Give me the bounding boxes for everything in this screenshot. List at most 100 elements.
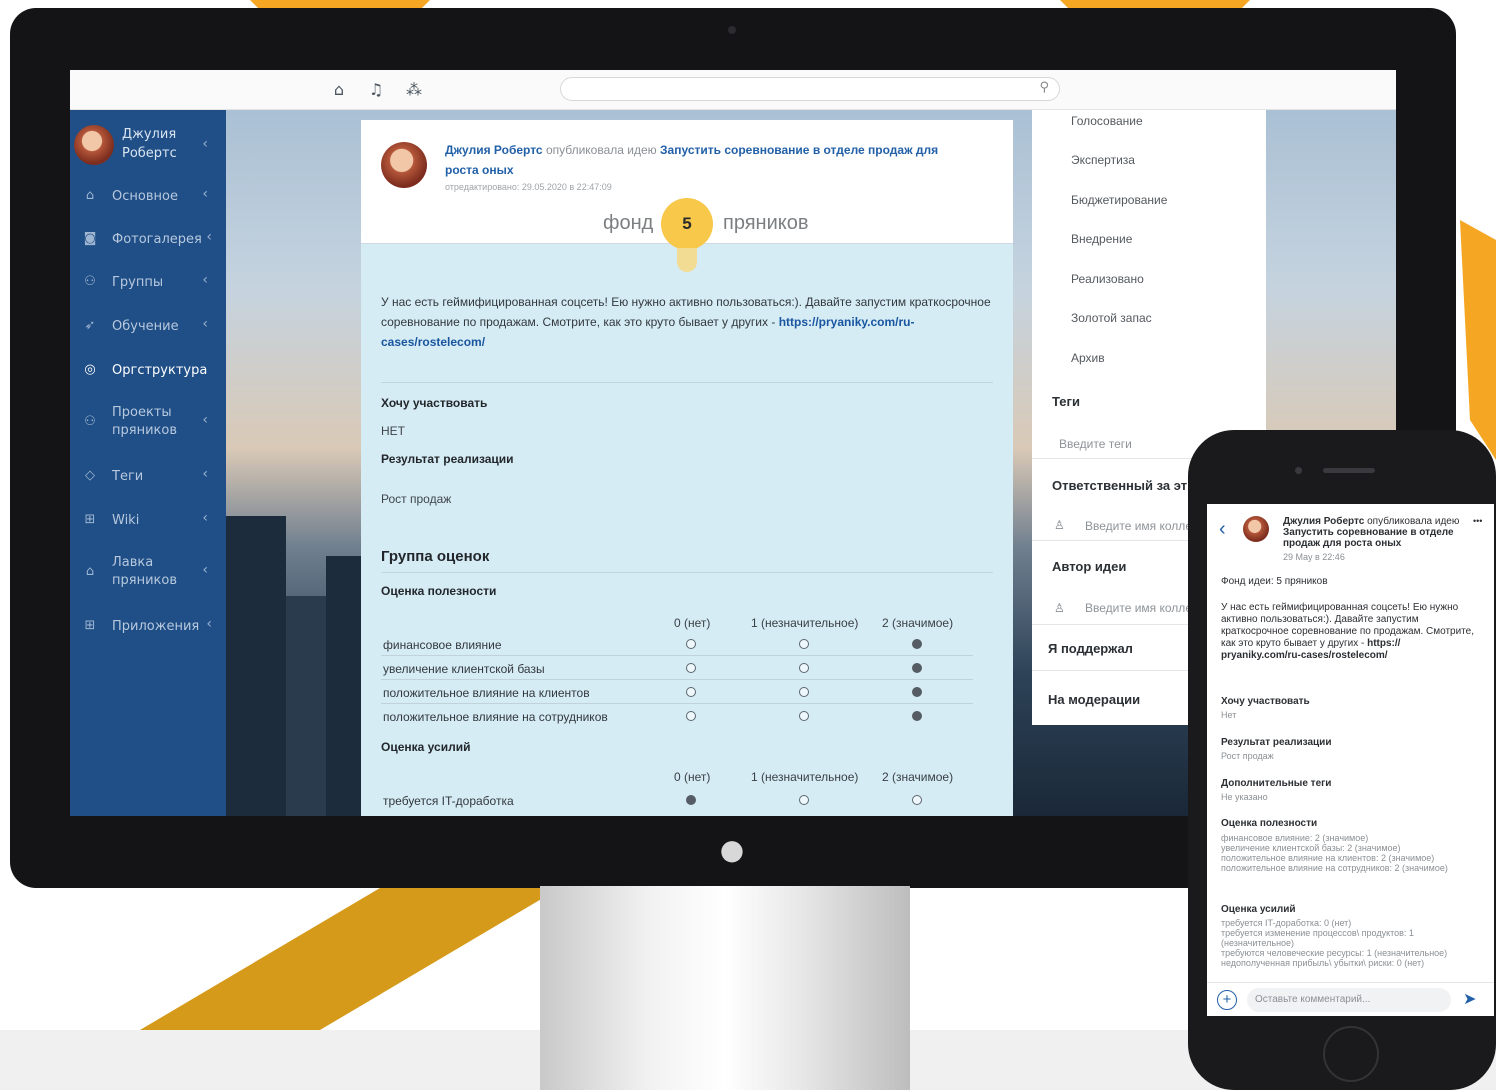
result-label: Результат реализации bbox=[381, 452, 514, 466]
sidebar-item-shop[interactable]: ⌂ Лавка пряников ‹ bbox=[70, 552, 226, 592]
sidebar-item-groups[interactable]: ⚇ Группы ‹ bbox=[70, 262, 226, 302]
send-icon[interactable]: ➤ bbox=[1463, 989, 1476, 1009]
tags-input[interactable]: Введите теги bbox=[1059, 437, 1132, 451]
org-icon: ◎ bbox=[84, 362, 96, 377]
more-icon[interactable]: ••• bbox=[1473, 516, 1482, 526]
sidebar-item-tags[interactable]: ◇ Теги ‹ bbox=[70, 456, 226, 496]
author-input[interactable]: Введите имя колле bbox=[1085, 601, 1192, 615]
home-icon[interactable]: ⌂ bbox=[328, 79, 350, 101]
comment-bar: + Оставьте комментарий... ➤ bbox=[1207, 982, 1494, 1016]
usefulness-title: Оценка полезности bbox=[381, 584, 497, 598]
sidebar-user[interactable]: Джулия Робертс ‹ bbox=[70, 122, 226, 172]
supported-link[interactable]: Я поддержал bbox=[1048, 641, 1133, 656]
status-implementation[interactable]: Внедрение bbox=[1071, 232, 1132, 246]
chevron-left-icon: ‹ bbox=[206, 616, 212, 632]
phone-post-header: Джулия Робертс опубликовала идею Запусти… bbox=[1283, 516, 1460, 549]
chevron-left-icon: ‹ bbox=[202, 510, 208, 526]
comment-input[interactable]: Оставьте комментарий... bbox=[1247, 988, 1451, 1012]
avatar[interactable] bbox=[381, 142, 427, 188]
search-icon[interactable]: ⚲ bbox=[1039, 80, 1049, 95]
user-name: Джулия Робертс bbox=[122, 127, 177, 161]
network-icon[interactable]: ⁂ bbox=[403, 79, 425, 101]
sidebar-item-photos[interactable]: ◙ Фотогалерея ‹ bbox=[70, 219, 226, 259]
status-budgeting[interactable]: Бюджетирование bbox=[1071, 193, 1167, 207]
sidebar-item-wiki[interactable]: ⊞ Wiki ‹ bbox=[70, 500, 226, 540]
status-done[interactable]: Реализовано bbox=[1071, 272, 1144, 286]
radio-0[interactable] bbox=[686, 663, 696, 673]
rating-row: положительное влияние на клиентов bbox=[381, 680, 973, 704]
chevron-left-icon[interactable]: ‹ bbox=[202, 136, 208, 152]
responsible-title: Ответственный за эт bbox=[1052, 478, 1188, 493]
chevron-left-icon: ‹ bbox=[202, 272, 208, 288]
rating-row: увеличение клиентской базы bbox=[381, 656, 973, 680]
back-chevron-icon[interactable]: ‹ bbox=[1219, 518, 1226, 541]
post-body: У нас есть геймифицированная соцсеть! Ею… bbox=[381, 295, 991, 349]
radio-2[interactable] bbox=[912, 639, 922, 649]
phone-effort-line: (незначительное) bbox=[1221, 938, 1295, 948]
column-header: 1 (незначительное) bbox=[751, 616, 859, 630]
apple-logo-icon: ● bbox=[719, 833, 745, 866]
phone-usefulness-line: положительное влияние на сотрудников: 2 … bbox=[1221, 863, 1448, 873]
divider bbox=[381, 382, 993, 383]
radio-2[interactable] bbox=[912, 711, 922, 721]
fund-unit: пряников bbox=[723, 212, 809, 234]
sidebar-item-main[interactable]: ⌂ Основное ‹ bbox=[70, 176, 226, 216]
bell-icon[interactable]: ♫ bbox=[365, 79, 387, 101]
camera-icon: ◙ bbox=[83, 231, 97, 246]
radio-1[interactable] bbox=[799, 795, 809, 805]
radio-1[interactable] bbox=[799, 711, 809, 721]
radio-0[interactable] bbox=[686, 711, 696, 721]
want-label: Хочу участвовать bbox=[381, 396, 488, 410]
phone-usefulness-label: Оценка полезности bbox=[1221, 818, 1318, 829]
radio-2[interactable] bbox=[912, 663, 922, 673]
radio-2[interactable] bbox=[912, 795, 922, 805]
sidebar-item-learning[interactable]: ➶ Обучение ‹ bbox=[70, 306, 226, 346]
radio-1[interactable] bbox=[799, 639, 809, 649]
radio-0[interactable] bbox=[686, 795, 696, 805]
phone-tags-label: Дополнительные теги bbox=[1221, 778, 1332, 789]
radio-2[interactable] bbox=[912, 687, 922, 697]
want-value: НЕТ bbox=[381, 424, 405, 438]
phone-home-button[interactable] bbox=[1323, 1026, 1379, 1082]
group-title: Группа оценок bbox=[381, 548, 490, 565]
chevron-left-icon: ‹ bbox=[202, 412, 208, 428]
sidebar-item-projects[interactable]: ⚇ Проекты пряников ‹ bbox=[70, 402, 226, 442]
effort-title: Оценка усилий bbox=[381, 740, 471, 754]
responsible-input[interactable]: Введите имя колле bbox=[1085, 519, 1192, 533]
chevron-left-icon: ‹ bbox=[202, 466, 208, 482]
monitor-stand bbox=[540, 886, 910, 1090]
status-voting[interactable]: Голосование bbox=[1071, 114, 1143, 128]
edited-timestamp: отредактировано: 29.05.2020 в 22:47:09 bbox=[445, 182, 612, 192]
status-expertise[interactable]: Экспертиза bbox=[1071, 153, 1135, 167]
result-value: Рост продаж bbox=[381, 492, 452, 506]
rating-row: финансовое влияние bbox=[381, 632, 973, 656]
moderation-link[interactable]: На модерации bbox=[1048, 692, 1140, 707]
radio-1[interactable] bbox=[799, 663, 809, 673]
phone-result-label: Результат реализации bbox=[1221, 737, 1332, 748]
sidebar-item-org[interactable]: ◎ Оргструктура bbox=[70, 350, 226, 390]
avatar[interactable] bbox=[1243, 516, 1269, 542]
sidebar-item-apps[interactable]: ⊞ Приложения ‹ bbox=[70, 606, 226, 646]
radio-0[interactable] bbox=[686, 639, 696, 649]
author-link[interactable]: Джулия Робертс bbox=[445, 143, 543, 157]
column-header: 1 (незначительное) bbox=[751, 770, 859, 784]
post-title-line: Джулия Робертс опубликовала идею Запусти… bbox=[445, 140, 965, 180]
status-gold[interactable]: Золотой запас bbox=[1071, 311, 1152, 325]
phone-tags-value: Не указано bbox=[1221, 792, 1268, 802]
phone-want-value: Нет bbox=[1221, 710, 1237, 720]
shop-icon: ⌂ bbox=[85, 564, 95, 579]
phone-result-value: Рост продаж bbox=[1221, 751, 1274, 761]
rating-row: требуется IT-доработка bbox=[381, 788, 973, 812]
phone-usefulness-line: увеличение клиентской базы: 2 (значимое) bbox=[1221, 843, 1401, 853]
search-input[interactable]: ⚲ bbox=[560, 77, 1060, 101]
user-icon: ♙ bbox=[1054, 601, 1065, 615]
phone-screen: ‹ Джулия Робертс опубликовала идею Запус… bbox=[1207, 504, 1494, 1016]
status-archive[interactable]: Архив bbox=[1071, 351, 1105, 365]
author-title: Автор идеи bbox=[1052, 559, 1127, 574]
divider bbox=[381, 572, 993, 573]
phone-usefulness-line: положительное влияние на клиентов: 2 (зн… bbox=[1221, 853, 1435, 863]
top-bar: ⌂ ♫ ⁂ ⚲ bbox=[70, 70, 1396, 110]
radio-1[interactable] bbox=[799, 687, 809, 697]
radio-0[interactable] bbox=[686, 687, 696, 697]
add-icon[interactable]: + bbox=[1217, 990, 1237, 1010]
